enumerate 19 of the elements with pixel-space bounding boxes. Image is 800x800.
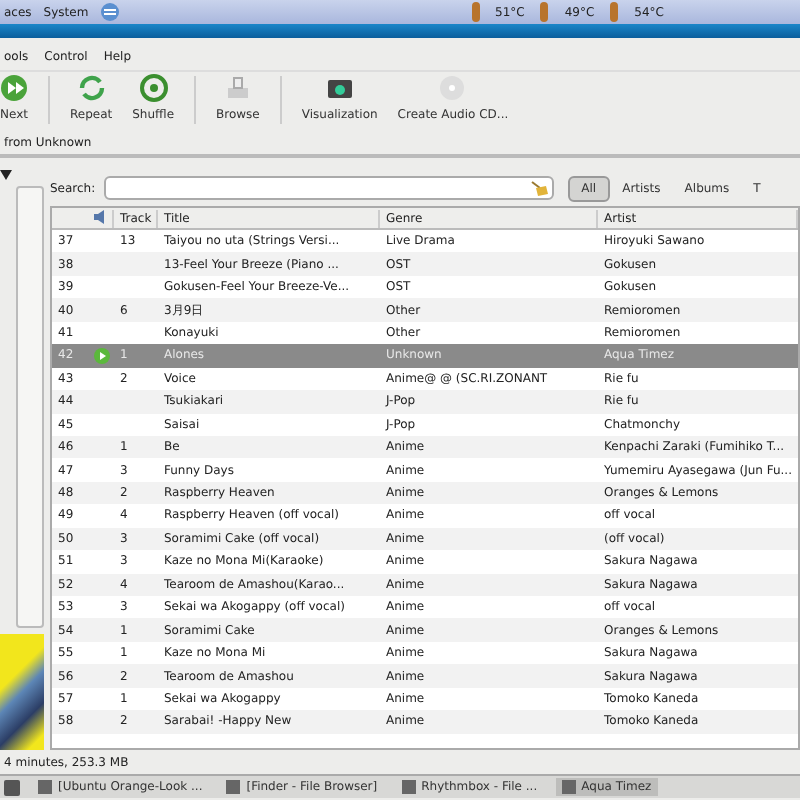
- window-icon: [401, 780, 416, 794]
- speaker-icon: [94, 210, 110, 225]
- album-art-placeholder: [0, 634, 44, 750]
- dropdown-arrow-icon: [0, 170, 12, 180]
- globe-icon: [100, 2, 121, 22]
- monitor-icon: [325, 74, 354, 102]
- sidebar-scrollbar[interactable]: [16, 186, 44, 628]
- next-icon: [0, 74, 28, 102]
- window-icon: [38, 780, 52, 794]
- disc-icon: [438, 74, 467, 102]
- window-icon: [226, 780, 241, 794]
- thermometer-icon: [536, 2, 553, 22]
- window-icon: [561, 780, 576, 794]
- broom-icon: [529, 180, 548, 196]
- thermometer-icon: [606, 2, 623, 22]
- search-field[interactable]: [103, 176, 554, 200]
- app-icon: [4, 779, 20, 795]
- repeat-icon: [77, 74, 106, 102]
- thermometer-icon: [467, 2, 484, 22]
